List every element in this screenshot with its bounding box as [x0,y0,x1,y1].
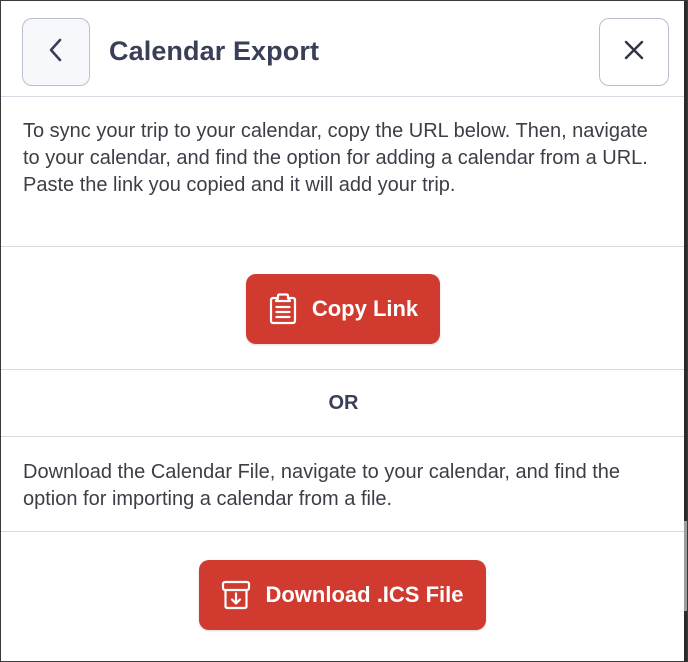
background-content-peek [684,521,687,611]
or-divider: OR [1,370,686,437]
download-instructions-text: Download the Calendar File, navigate to … [23,461,621,510]
calendar-export-window: Calendar Export To sync your trip to you… [0,0,688,662]
background-edge [684,1,687,662]
or-label: OR [328,391,359,414]
copy-link-button[interactable]: Copy Link [246,274,440,344]
download-ics-label: Download .ICS File [265,582,464,607]
download-ics-button[interactable]: Download .ICS File [199,560,486,630]
sync-instructions-section: To sync your trip to your calendar, copy… [1,97,686,247]
download-box-icon [221,580,251,610]
sync-instructions-text: To sync your trip to your calendar, copy… [23,120,648,196]
chevron-left-icon [48,37,64,68]
download-section: Download .ICS File [1,532,686,661]
copy-link-label: Copy Link [311,296,419,321]
close-button[interactable] [599,18,669,86]
close-icon [623,39,645,66]
download-instructions-section: Download the Calendar File, navigate to … [1,437,686,532]
page-title: Calendar Export [109,36,320,66]
copy-link-section: Copy Link [1,247,686,370]
calendar-export-panel: Calendar Export To sync your trip to you… [1,1,686,661]
clipboard-icon [268,293,298,325]
back-button[interactable] [22,18,90,86]
panel-header: Calendar Export [1,1,686,97]
